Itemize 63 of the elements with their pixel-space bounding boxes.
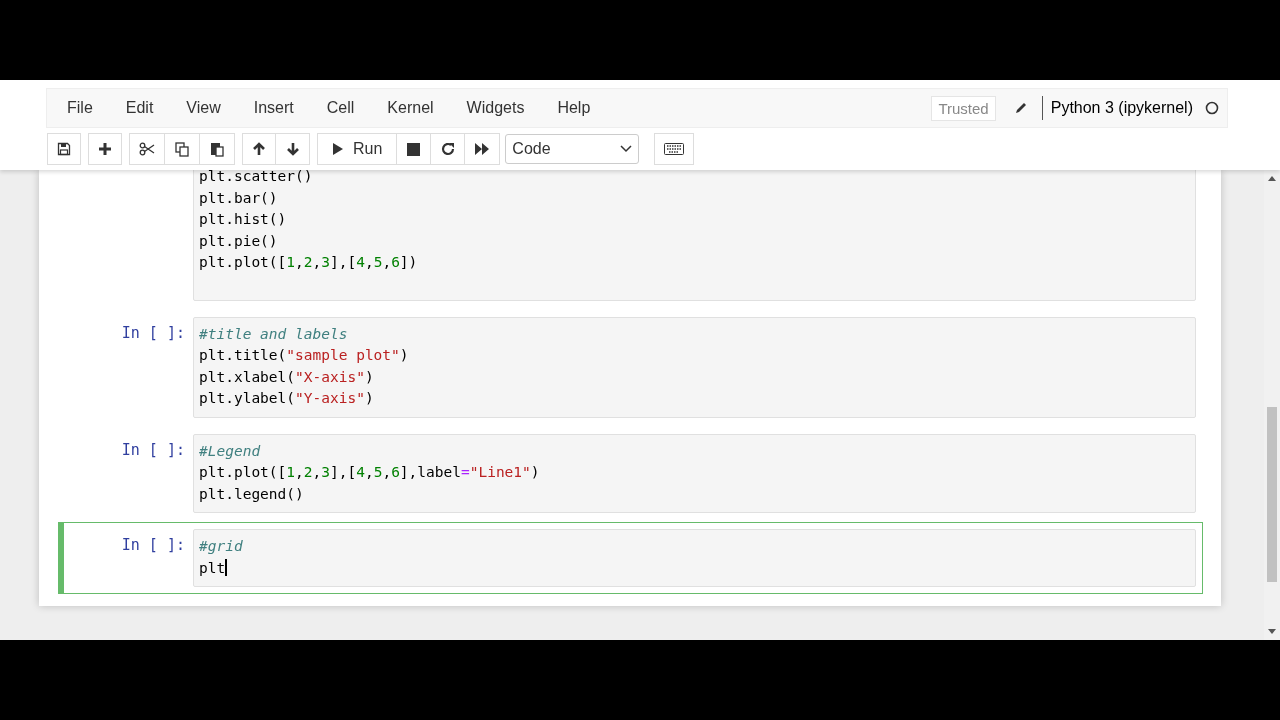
scroll-down-icon[interactable] — [1268, 629, 1276, 635]
stop-button[interactable] — [397, 133, 432, 165]
restart-icon — [440, 142, 455, 156]
scroll-up-icon[interactable] — [1268, 175, 1276, 181]
notebook-cell[interactable]: In [ ]: #title and labels plt.title("sample plot") plt.xlabel("X-axis") plt.ylabel("Y-axis") — [58, 315, 1203, 419]
menu-item[interactable]: Edit — [125, 99, 154, 117]
move-up-button[interactable] — [242, 133, 276, 165]
stop-icon — [407, 142, 421, 156]
paste-icon — [209, 141, 225, 157]
kernel-status-icon — [1205, 101, 1219, 115]
chevron-down-icon — [620, 145, 633, 153]
cell-type-dropdown[interactable]: Code — [505, 134, 640, 164]
code-line: plt.legend() — [199, 484, 305, 504]
paste-button[interactable] — [200, 133, 235, 165]
scrollbar-thumb[interactable] — [1267, 407, 1277, 582]
save-button[interactable] — [47, 133, 81, 165]
plus-icon — [98, 142, 112, 156]
menu-item[interactable]: File — [67, 99, 93, 117]
code-line: plt.xlabel("X-axis") — [199, 367, 375, 387]
keyboard-button[interactable] — [654, 133, 695, 165]
code-line: plt.bar() — [199, 188, 279, 208]
play-icon — [332, 142, 344, 156]
code-line: plt.pie() — [199, 231, 279, 251]
code-line: #Legend — [199, 441, 262, 461]
notebook-cell[interactable]: In [ ]: #Legend plt.plot([1,2,3],[4,5,6],label="Line1") plt.legend() — [58, 432, 1203, 514]
add-cell-button[interactable] — [88, 133, 122, 165]
code-input[interactable]: #grid plt — [193, 529, 1196, 587]
menu-item[interactable]: Kernel — [387, 99, 434, 117]
kernel-name[interactable]: Python 3 (ipykernel) — [1050, 99, 1193, 117]
code-line: plt.ylabel("Y-axis") — [199, 389, 375, 408]
menu-item[interactable]: Help — [557, 99, 591, 117]
cell-prompt: In [ ]: — [121, 535, 185, 556]
menu-item[interactable]: Insert — [253, 99, 294, 117]
code-line: #grid — [199, 537, 244, 556]
code-line: plt.title("sample plot") — [199, 346, 410, 365]
fast-forward-button[interactable] — [465, 133, 501, 165]
keyboard-icon — [664, 143, 685, 155]
cut-button[interactable] — [129, 133, 165, 165]
run-button[interactable]: Run — [317, 133, 398, 165]
cell-prompt: In [ ]: — [121, 322, 185, 344]
down-arrow-icon — [285, 142, 300, 156]
code-line: #title and labels — [199, 324, 349, 344]
copy-button[interactable] — [165, 133, 200, 165]
trusted-indicator[interactable]: Trusted — [931, 95, 996, 121]
scissors-icon — [139, 142, 155, 156]
menu-item[interactable]: Cell — [326, 99, 355, 117]
pencil-icon[interactable] — [1013, 101, 1028, 115]
code-input[interactable]: #title and labels plt.title("sample plot") plt.xlabel("X-axis") plt.ylabel("Y-axis") — [193, 316, 1196, 418]
cell-prompt: In [ ]: — [121, 439, 185, 461]
menu-item[interactable]: View — [186, 99, 221, 117]
code-line: plt.plot([1,2,3],[4,5,6],label="Line1") — [199, 463, 541, 482]
up-arrow-icon — [252, 142, 266, 156]
move-down-button[interactable] — [276, 133, 310, 165]
notebook-cell[interactable]: In [ ]: #grid plt — [58, 522, 1203, 594]
code-line: plt.scatter() — [199, 170, 314, 186]
fast-forward-icon — [474, 142, 491, 156]
restart-button[interactable] — [431, 133, 466, 165]
menu-item[interactable]: Widgets — [466, 99, 525, 117]
copy-icon — [174, 141, 190, 157]
code-line: plt.hist() — [199, 210, 288, 229]
code-line: plt.plot([1,2,3],[4,5,6]) — [199, 253, 419, 272]
code-line: plt — [199, 557, 228, 578]
code-input[interactable]: #Legend plt.plot([1,2,3],[4,5,6],label="Line1") plt.legend() — [193, 433, 1196, 513]
